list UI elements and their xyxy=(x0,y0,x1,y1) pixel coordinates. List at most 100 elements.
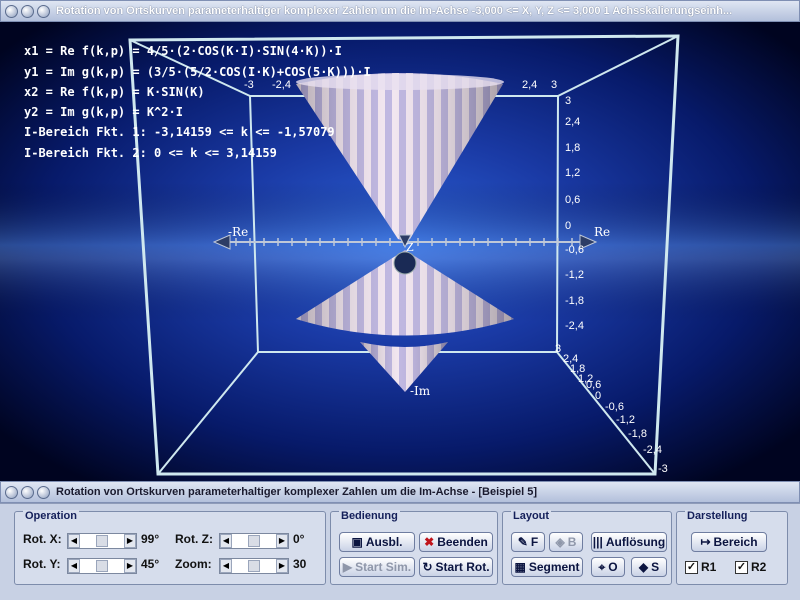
3d-viewport[interactable]: -Re Re Z -Im -3 -2,4 2,4 3 3 2,4 1,8 1,2… xyxy=(0,22,800,481)
start-sim-label: Start Sim. xyxy=(355,560,412,574)
close-icon: ✖ xyxy=(424,535,435,549)
right-tick-label: -1,2 xyxy=(565,269,584,281)
bereich-label: Bereich xyxy=(713,535,758,549)
r2-label: R2 xyxy=(751,560,767,574)
layout-label: Layout xyxy=(511,510,552,522)
re-pos-label: Re xyxy=(594,225,610,239)
zoom-value: 30 xyxy=(293,557,307,571)
right-tick-label: 0 xyxy=(565,220,571,232)
s-label: S xyxy=(651,560,660,574)
right-tick-label: -1,8 xyxy=(565,295,584,307)
right-tick-label: 3 xyxy=(565,95,571,107)
rot-y-value: 45° xyxy=(141,557,160,571)
zoom-slider[interactable]: ◀ ▶ xyxy=(219,558,289,574)
arrow-right-icon[interactable]: ▶ xyxy=(124,559,136,573)
arrow-right-icon[interactable]: ▶ xyxy=(276,559,288,573)
right-tick-label: 0,6 xyxy=(565,194,580,206)
right-tick-label: -0,6 xyxy=(565,244,584,256)
minimize-icon[interactable] xyxy=(21,485,34,499)
formula-x2: x2 = Re f(k,p) = K·SIN(K) xyxy=(24,85,205,99)
r2-checkbox[interactable]: ✓ R2 xyxy=(735,560,766,574)
bucket-icon: ◈ xyxy=(555,535,565,549)
rot-y-slider[interactable]: ◀ ▶ xyxy=(67,558,137,574)
arrow-left-icon[interactable]: ◀ xyxy=(68,534,80,548)
eraser-icon: ◆ xyxy=(638,560,649,574)
dialog-title: Rotation von Ortskurven parameterhaltige… xyxy=(56,486,538,498)
layout-group: Layout ✎ F ◈ B ||| Auflösung ▦ Segment ⌖… xyxy=(502,510,672,585)
slider-thumb[interactable] xyxy=(96,535,108,547)
b-label: B xyxy=(567,535,577,549)
zoom-label: Zoom: xyxy=(175,557,212,571)
arrow-left-icon[interactable]: ◀ xyxy=(220,534,232,548)
top-tick-label: -2,4 xyxy=(272,79,291,91)
range-fkt1: I-Bereich Fkt. 1: -3,14159 <= k <= -1,57… xyxy=(24,125,335,139)
aufloesung-button[interactable]: ||| Auflösung xyxy=(591,532,667,552)
beenden-label: Beenden xyxy=(437,535,488,549)
rot-y-label: Rot. Y: xyxy=(23,557,61,571)
top-tick-label: 3 xyxy=(551,79,557,91)
range-icon: ↦ xyxy=(700,535,711,549)
depth-tick-label: 0 xyxy=(595,390,601,402)
depth-tick-label: -3 xyxy=(658,463,668,475)
maximize-icon[interactable] xyxy=(37,485,50,499)
hide-icon: ▣ xyxy=(351,535,363,549)
right-tick-label: 1,8 xyxy=(565,142,580,154)
slider-thumb[interactable] xyxy=(248,535,260,547)
o-button[interactable]: ⌖ O xyxy=(591,557,625,577)
bedienung-group: Bedienung ▣ Ausbl. ✖ Beenden ▶ Start Sim… xyxy=(330,510,498,585)
arrow-right-icon[interactable]: ▶ xyxy=(124,534,136,548)
depth-tick-label: -1,8 xyxy=(628,428,647,440)
top-tick-label: 2,4 xyxy=(522,79,537,91)
checkmark-icon[interactable]: ✓ xyxy=(685,560,698,574)
slider-thumb[interactable] xyxy=(96,560,108,572)
grid-lines-icon: ||| xyxy=(592,535,603,549)
formula-y2: y2 = Im g(k,p) = K^2·I xyxy=(24,105,183,119)
s-button[interactable]: ◆ S xyxy=(631,557,667,577)
ausblenden-button[interactable]: ▣ Ausbl. xyxy=(339,532,415,552)
aufloesung-label: Auflösung xyxy=(605,535,666,549)
right-tick-label: 1,2 xyxy=(565,167,580,179)
maximize-icon[interactable] xyxy=(37,4,50,18)
rot-z-value: 0° xyxy=(293,532,305,546)
bereich-button[interactable]: ↦ Bereich xyxy=(691,532,767,552)
rot-x-slider[interactable]: ◀ ▶ xyxy=(67,533,137,549)
arrow-left-icon[interactable]: ◀ xyxy=(220,559,232,573)
r1-label: R1 xyxy=(701,560,717,574)
b-button[interactable]: ◈ B xyxy=(549,532,583,552)
rotate-icon: ↻ xyxy=(422,560,433,574)
minimize-icon[interactable] xyxy=(21,4,34,18)
rot-x-label: Rot. X: xyxy=(23,532,62,546)
formula-y1: y1 = Im g(k,p) = (3/5·(5/2·COS(I·K)+COS(… xyxy=(24,65,371,79)
slider-thumb[interactable] xyxy=(248,560,260,572)
play-icon: ▶ xyxy=(342,560,353,574)
segment-button[interactable]: ▦ Segment xyxy=(511,557,583,577)
top-title-bar[interactable]: Rotation von Ortskurven parameterhaltige… xyxy=(0,0,800,22)
beenden-button[interactable]: ✖ Beenden xyxy=(419,532,493,552)
start-rot-label: Start Rot. xyxy=(435,560,490,574)
control-panel: Operation Rot. X: ◀ ▶ 99° Rot. Y: ◀ ▶ 45… xyxy=(0,503,800,600)
bedienung-label: Bedienung xyxy=(339,510,400,522)
checkmark-icon[interactable]: ✓ xyxy=(735,560,748,574)
r1-checkbox[interactable]: ✓ R1 xyxy=(685,560,716,574)
operation-label: Operation xyxy=(23,510,79,522)
rot-z-slider[interactable]: ◀ ▶ xyxy=(219,533,289,549)
formula-x1: x1 = Re f(k,p) = 4/5·(2·COS(K·I)·SIN(4·K… xyxy=(24,44,342,58)
rot-z-label: Rot. Z: xyxy=(175,532,213,546)
z-label: Z xyxy=(406,241,414,254)
depth-tick-label: -2,4 xyxy=(643,444,662,456)
darstellung-group: Darstellung ↦ Bereich ✓ R1 ✓ R2 xyxy=(676,510,788,585)
dialog-title-bar[interactable]: Rotation von Ortskurven parameterhaltige… xyxy=(0,481,800,503)
segment-label: Segment xyxy=(528,560,580,574)
f-button[interactable]: ✎ F xyxy=(511,532,545,552)
start-rot-button[interactable]: ↻ Start Rot. xyxy=(419,557,493,577)
depth-tick-label: 3 xyxy=(555,343,561,355)
window-menu-icon[interactable] xyxy=(5,4,18,18)
window-menu-icon[interactable] xyxy=(5,485,18,499)
range-fkt2: I-Bereich Fkt. 2: 0 <= k <= 3,14159 xyxy=(24,146,277,160)
start-sim-button[interactable]: ▶ Start Sim. xyxy=(339,557,415,577)
right-tick-label: 2,4 xyxy=(565,116,580,128)
arrow-left-icon[interactable]: ◀ xyxy=(68,559,80,573)
ausblenden-label: Ausbl. xyxy=(365,535,403,549)
arrow-right-icon[interactable]: ▶ xyxy=(276,534,288,548)
right-tick-label: -2,4 xyxy=(565,320,584,332)
